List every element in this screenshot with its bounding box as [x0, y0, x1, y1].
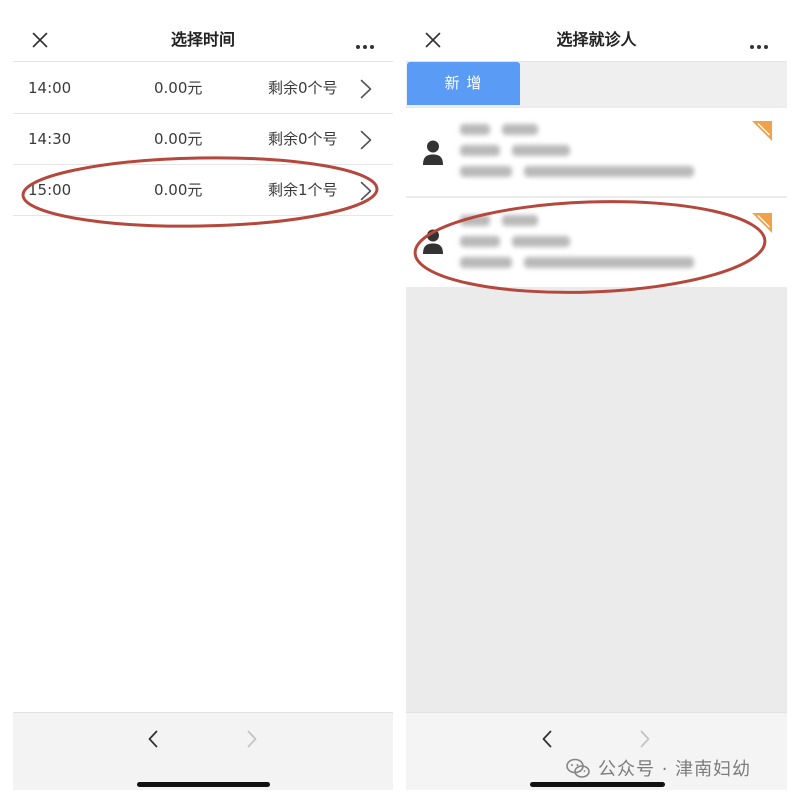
action-bar: 新 增: [406, 62, 787, 106]
watermark-text: 公众号 · 津南妇幼: [598, 759, 752, 780]
nav-back-button[interactable]: [542, 730, 552, 748]
nav-back-button[interactable]: [148, 730, 158, 748]
time-slot-row[interactable]: 14:30 0.00元 剩余0个号: [13, 114, 393, 165]
slot-price: 0.00元: [154, 181, 203, 199]
watermark: 公众号 · 津南妇幼: [566, 755, 751, 781]
chevron-right-icon: [360, 130, 372, 150]
header-bar: 选择就诊人: [406, 0, 787, 62]
slot-time: 14:00: [28, 79, 72, 97]
close-icon[interactable]: [425, 32, 441, 48]
wechat-icon: [566, 758, 590, 779]
redacted-text: [460, 215, 538, 226]
select-patient-screen: 选择就诊人 新 增: [406, 0, 787, 790]
slot-time: 15:00: [28, 181, 72, 199]
slot-remaining: 剩余1个号: [268, 181, 338, 199]
redacted-text: [460, 145, 570, 156]
patient-card[interactable]: [406, 108, 787, 196]
chevron-left-icon: [148, 730, 158, 748]
slot-remaining: 剩余0个号: [268, 130, 338, 148]
more-icon[interactable]: [355, 36, 375, 49]
redacted-text: [460, 166, 694, 177]
add-patient-button[interactable]: 新 增: [407, 62, 520, 105]
time-slot-row[interactable]: 14:00 0.00元 剩余0个号: [13, 63, 393, 114]
patient-card[interactable]: [406, 198, 787, 287]
chevron-right-icon: [640, 730, 650, 748]
nav-forward-button[interactable]: [247, 730, 257, 748]
redacted-text: [460, 236, 570, 247]
page-title: 选择时间: [170, 30, 235, 49]
redacted-text: [460, 257, 694, 268]
slot-remaining: 剩余0个号: [268, 79, 338, 97]
more-icon[interactable]: [749, 36, 769, 49]
slot-price: 0.00元: [154, 79, 203, 97]
nav-forward-button[interactable]: [640, 730, 650, 748]
bottom-nav-bar: [13, 712, 393, 790]
slot-time: 14:30: [28, 130, 72, 148]
time-slot-row[interactable]: 15:00 0.00元 剩余1个号: [13, 165, 393, 216]
slot-price: 0.00元: [154, 130, 203, 148]
page-title: 选择就诊人: [556, 30, 637, 49]
close-icon[interactable]: [32, 32, 48, 48]
corner-tag-icon: [752, 213, 772, 233]
person-icon: [422, 140, 444, 165]
corner-tag-icon: [752, 121, 772, 141]
chevron-right-icon: [247, 730, 257, 748]
chevron-right-icon: [360, 79, 372, 99]
redacted-text: [460, 124, 538, 135]
header-bar: 选择时间: [13, 0, 393, 62]
select-time-screen: 选择时间 14:00 0.00元 剩余0个号 14:30 0.00元 剩余0个号…: [13, 0, 393, 790]
chevron-right-icon: [360, 181, 372, 201]
person-icon: [422, 229, 444, 254]
chevron-left-icon: [542, 730, 552, 748]
home-indicator: [530, 782, 665, 787]
home-indicator: [137, 782, 270, 787]
